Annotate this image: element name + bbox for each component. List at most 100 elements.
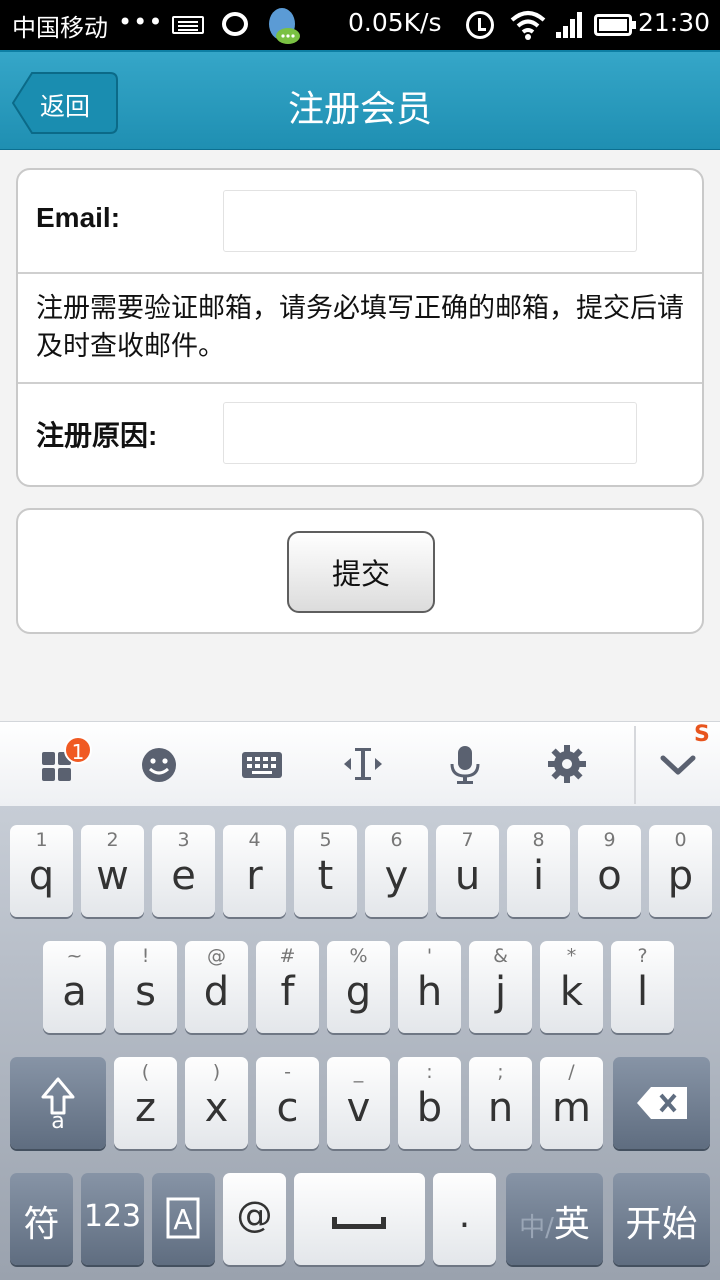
language-switch-key[interactable]: 中/英 [506,1173,603,1265]
signal-icon [556,12,582,38]
key-m[interactable]: / m [540,1057,603,1149]
key-label: b [416,1085,443,1131]
key-o[interactable]: 9o [578,825,641,917]
key-e[interactable]: 3e [152,825,215,917]
emoji-icon[interactable] [135,740,183,788]
key-hint: ( [141,1061,150,1083]
key-hint: ? [637,945,648,967]
key-v[interactable]: _ v [327,1057,390,1149]
clock: 21:30 [638,8,711,37]
key-c[interactable]: -c [256,1057,319,1149]
key-z[interactable]: (z [114,1057,177,1149]
key-hint: ; [497,1061,504,1083]
key-label: x [204,1085,229,1131]
reason-label: 注册原因: [36,420,158,451]
keyboard-icon[interactable] [238,740,286,788]
more-notifications-icon: ••• [118,8,164,36]
key-a[interactable]: ~ a [43,941,106,1033]
keyboard-toolbar [0,721,720,806]
email-row: Email: [18,170,702,274]
space-key[interactable] [294,1173,425,1265]
email-field[interactable] [223,190,637,252]
submit-button[interactable]: 提交 [287,531,435,613]
shift-sub-label: a [51,1109,65,1134]
reason-field[interactable] [223,402,637,464]
key-n[interactable]: ; n [469,1057,532,1149]
key-label: e [171,853,196,899]
reason-row: 注册原因: [18,384,702,485]
battery-icon [594,14,636,36]
backspace-key[interactable] [613,1057,710,1149]
chat-status-icon [222,12,248,36]
key-h[interactable]: ' h [398,941,461,1033]
key-k[interactable]: * k [540,941,603,1033]
status-bar: 中国移动 ••• 0.05K/s 21:30 [0,0,720,50]
period-key[interactable]: . [433,1173,496,1265]
key-hint: : [426,1061,433,1083]
shift-key[interactable]: a [10,1057,106,1149]
key-f[interactable]: # f [256,941,319,1033]
keyboard-status-icon [172,16,204,34]
key-hint: _ [353,1061,364,1083]
key-label: v [346,1085,371,1131]
key-hint: * [566,945,577,967]
toolbar-divider [634,726,636,804]
key-hint: % [349,945,368,967]
key-p[interactable]: 0p [649,825,712,917]
alarm-icon [466,11,494,39]
settings-icon[interactable] [543,740,591,788]
key-hint: 7 [461,829,474,851]
key-g[interactable]: % g [327,941,390,1033]
numbers-key[interactable]: 123 [81,1173,144,1265]
key-u[interactable]: 7u [436,825,499,917]
key-t[interactable]: 5t [294,825,357,917]
key-hint: ' [426,945,433,967]
key-label: q [28,853,55,899]
key-hint: 6 [390,829,403,851]
key-hint: - [284,1061,291,1083]
numbers-key-label: 123 [83,1199,142,1234]
key-label: s [135,969,156,1015]
key-j[interactable]: & j [469,941,532,1033]
key-q[interactable]: 1q [10,825,73,917]
key-label: w [96,853,129,899]
at-key[interactable]: @ [223,1173,286,1265]
carrier-name: 中国移动 [12,14,108,42]
symbols-key-label: 符 [23,1204,60,1245]
key-label: m [552,1085,591,1131]
key-hint: 2 [106,829,119,851]
key-hint: 0 [674,829,687,851]
key-label: d [203,969,230,1015]
enter-key[interactable]: 开始 [613,1173,710,1265]
key-r[interactable]: 4r [223,825,286,917]
key-l[interactable]: ? l [611,941,674,1033]
symbols-key[interactable]: 符 [10,1173,73,1265]
language-active-label: 英 [553,1204,590,1245]
key-hint: 1 [35,829,48,851]
key-hint: ) [212,1061,221,1083]
key-b[interactable]: :b [398,1057,461,1149]
key-x[interactable]: ) x [185,1057,248,1149]
key-hint: # [279,945,296,967]
key-label: c [276,1085,299,1131]
key-label: i [532,853,545,899]
key-label: a [62,969,87,1015]
cursor-icon[interactable] [339,740,387,788]
backspace-icon [637,1087,687,1119]
key-i[interactable]: 8i [507,825,570,917]
caps-icon: A [166,1197,200,1239]
messenger-status-icon [269,8,300,44]
key-s[interactable]: ! s [114,941,177,1033]
wifi-icon [510,11,546,40]
key-label: t [317,853,334,899]
key-y[interactable]: 6y [365,825,428,917]
ime-logo-icon: S [694,722,710,747]
key-d[interactable]: @ d [185,941,248,1033]
microphone-icon[interactable] [441,740,489,788]
email-label: Email: [36,202,121,233]
submit-card: 提交 [16,508,704,634]
shift-icon [41,1077,75,1115]
key-w[interactable]: 2w [81,825,144,917]
caps-key[interactable]: A [152,1173,215,1265]
at-key-label: @ [236,1195,273,1236]
